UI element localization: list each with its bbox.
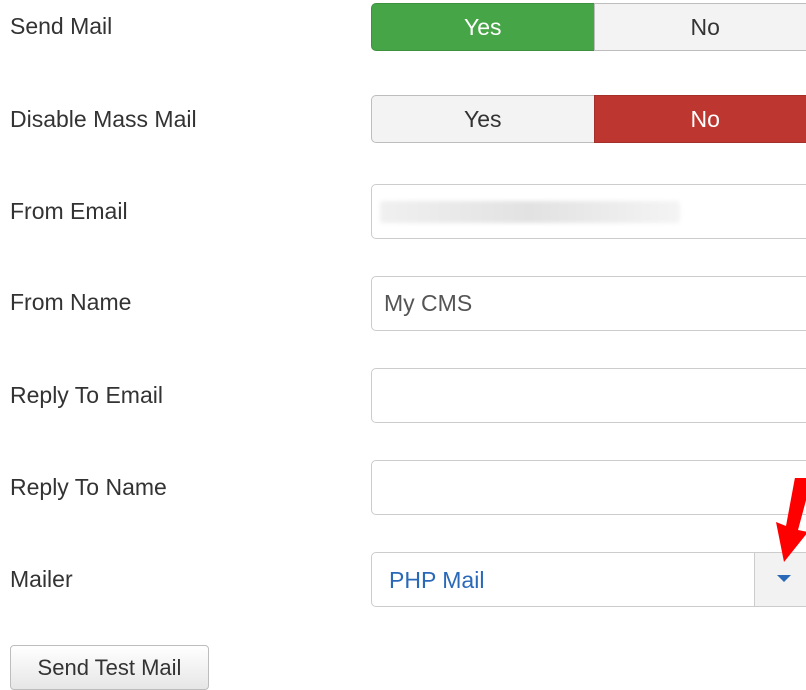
send-mail-no-button[interactable]: No [594, 3, 806, 51]
mailer-value: PHP Mail [389, 567, 484, 594]
reply-to-email-field[interactable] [371, 368, 806, 423]
mass-mail-no-button[interactable]: No [594, 95, 806, 143]
mailer-select[interactable]: PHP Mail [371, 552, 806, 607]
from-email-field[interactable] [371, 184, 806, 239]
reply-to-email-label: Reply To Email [10, 382, 163, 409]
disable-mass-mail-toggle[interactable]: Yes No [371, 95, 806, 143]
reply-to-name-field[interactable] [371, 460, 806, 515]
from-name-field[interactable]: My CMS [371, 276, 806, 331]
send-mail-toggle[interactable]: Yes No [371, 3, 806, 51]
from-name-value: My CMS [384, 290, 472, 317]
send-mail-yes-button[interactable]: Yes [371, 3, 594, 51]
send-test-mail-button[interactable]: Send Test Mail [10, 645, 209, 690]
reply-to-name-label: Reply To Name [10, 474, 167, 501]
mailer-label: Mailer [10, 566, 73, 593]
redacted-value [380, 201, 680, 223]
from-name-label: From Name [10, 289, 131, 316]
disable-mass-mail-label: Disable Mass Mail [10, 106, 197, 133]
from-email-label: From Email [10, 198, 128, 225]
red-arrow-icon [770, 478, 806, 562]
send-mail-label: Send Mail [10, 13, 112, 40]
mass-mail-yes-button[interactable]: Yes [371, 95, 594, 143]
chevron-down-icon [777, 575, 791, 582]
